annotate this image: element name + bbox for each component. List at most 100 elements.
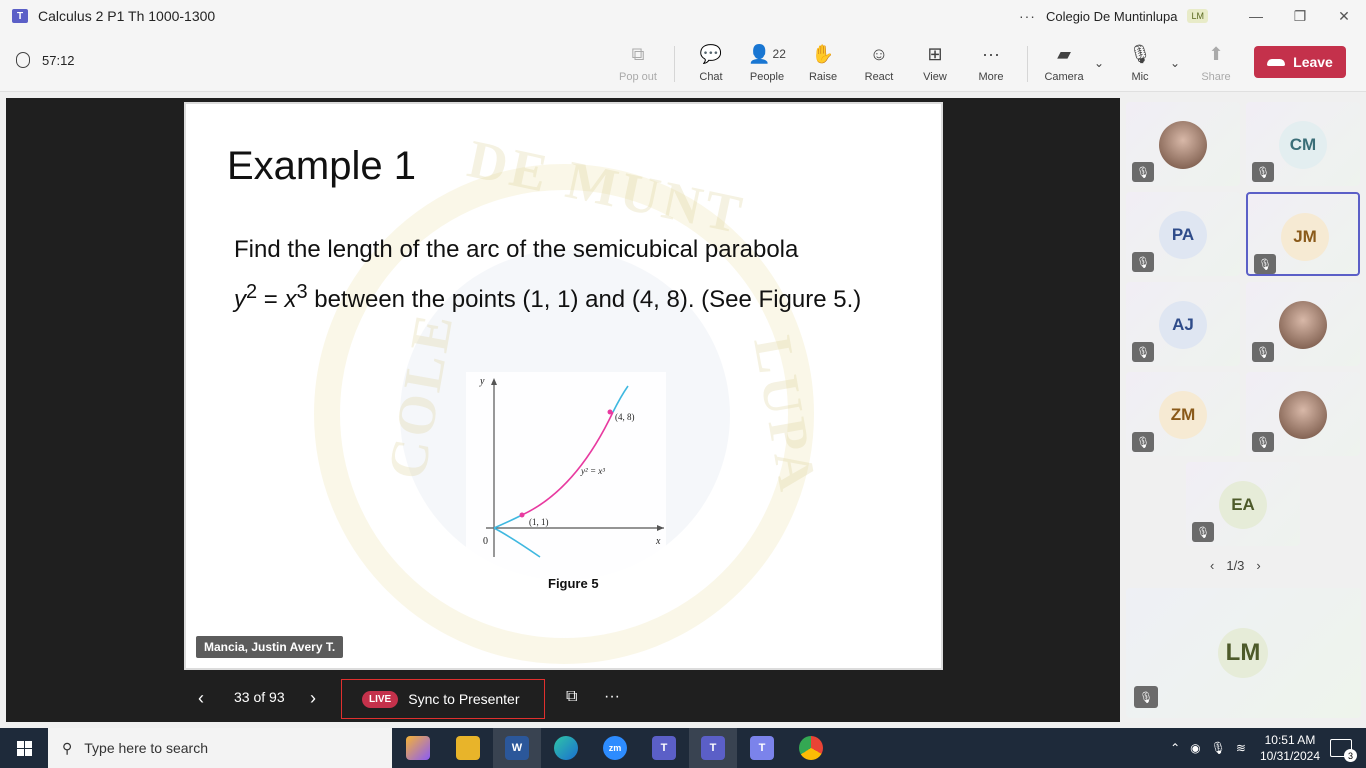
gallery-pager: ‹ 1/3 › — [1210, 558, 1261, 573]
people-button[interactable]: 👤 22 People — [739, 42, 795, 86]
minimize-button[interactable]: — — [1234, 0, 1278, 32]
share-button[interactable]: ⬆ Share — [1188, 42, 1244, 86]
window-title: Calculus 2 P1 Th 1000-1300 — [38, 8, 216, 24]
avatar — [1159, 121, 1207, 169]
clock-date: 10/31/2024 — [1259, 749, 1320, 763]
slide-view-icon[interactable]: ⧉ — [566, 688, 577, 706]
mic-off-icon: 🎙 — [1132, 252, 1154, 272]
view-button[interactable]: ⊞ View — [907, 42, 963, 86]
avatar — [1279, 301, 1327, 349]
react-button[interactable]: ☺ React — [851, 42, 907, 86]
camera-off-icon: ▰ — [1057, 43, 1071, 64]
camera-tray-icon[interactable]: ◉ — [1190, 741, 1200, 755]
timer-text: 57:12 — [42, 52, 75, 68]
word-icon[interactable]: W — [505, 736, 529, 760]
windows-taskbar: ⚲ Type here to search W zm T T T ⌃ ◉ 🎙 ≋… — [0, 728, 1366, 768]
taskbar-search[interactable]: ⚲ Type here to search — [48, 728, 392, 768]
shared-slide: DE MUNT COLE LUPA Example 1 Find the len… — [184, 102, 943, 670]
sync-to-presenter-button[interactable]: LIVE Sync to Presenter — [341, 679, 545, 719]
share-icon: ⬆ — [1208, 43, 1224, 64]
participant-tile[interactable]: PA 🎙 — [1126, 192, 1240, 276]
ellipsis-icon: ··· — [982, 43, 1000, 64]
chrome-icon[interactable] — [799, 736, 823, 760]
teams-icon[interactable]: T — [652, 736, 676, 760]
avatar: CM — [1279, 121, 1327, 169]
slide-navigation: ‹ 33 of 93 › LIVE Sync to Presenter ⧉ ··… — [6, 672, 1120, 722]
teams-logo-icon: T — [12, 9, 28, 23]
more-options-icon[interactable]: ··· — [1019, 8, 1036, 24]
edge-icon[interactable] — [554, 736, 578, 760]
more-button[interactable]: ··· More — [963, 42, 1019, 86]
leave-button[interactable]: Leave — [1254, 46, 1346, 78]
leave-label: Leave — [1293, 54, 1333, 70]
next-slide-icon[interactable]: › — [310, 688, 316, 709]
windows-logo-icon — [16, 740, 32, 756]
mic-off-icon: 🎙 — [1132, 342, 1154, 362]
mic-off-icon: 🎙 — [1134, 686, 1158, 708]
mic-button[interactable]: 🎙 Mic — [1112, 42, 1168, 86]
copilot-icon[interactable] — [406, 736, 430, 760]
raise-label: Raise — [808, 71, 838, 83]
taskbar-clock[interactable]: 10:51 AM 10/31/2024 — [1260, 732, 1320, 764]
chevron-down-icon[interactable]: ⌄ — [1094, 56, 1104, 70]
participant-tile[interactable]: AJ 🎙 — [1126, 282, 1240, 366]
search-placeholder: Type here to search — [84, 740, 209, 756]
mic-label: Mic — [1131, 71, 1149, 83]
notification-icon[interactable]: 3 — [1330, 739, 1357, 762]
participant-tile[interactable]: ZM 🎙 — [1126, 372, 1240, 456]
slide-title: Example 1 — [227, 144, 416, 188]
popout-button[interactable]: ⧉ Pop out — [610, 42, 666, 86]
axis-x-label: x — [655, 536, 661, 547]
chevron-down-icon[interactable]: ⌄ — [1170, 56, 1180, 70]
pager-next-icon[interactable]: › — [1256, 558, 1260, 573]
file-explorer-icon[interactable] — [456, 736, 480, 760]
clock-time: 10:51 AM — [1264, 733, 1316, 747]
share-label: Share — [1201, 71, 1231, 83]
mic-tray-icon[interactable]: 🎙 — [1211, 741, 1226, 755]
pager-text: 1/3 — [1226, 558, 1245, 573]
participant-tile[interactable]: CM 🎙 — [1246, 102, 1360, 186]
figure-5: y x 0 (1, 1) (4, 8) y² = x³ — [466, 372, 666, 592]
more-label: More — [978, 71, 1004, 83]
avatar — [1279, 391, 1327, 439]
title-bar: T Calculus 2 P1 Th 1000-1300 ··· Colegio… — [0, 0, 1366, 32]
zoom-icon[interactable]: zm — [603, 736, 627, 760]
mic-off-icon: 🎙 — [1252, 432, 1274, 452]
participant-tile[interactable]: JM 🎙 — [1246, 192, 1360, 276]
search-icon: ⚲ — [62, 739, 73, 756]
close-button[interactable]: ✕ — [1322, 0, 1366, 32]
mic-off-icon: 🎙 — [1132, 432, 1154, 452]
participant-tile[interactable]: 🎙 — [1126, 102, 1240, 186]
start-button[interactable] — [0, 728, 48, 768]
slide-more-icon[interactable]: ··· — [604, 688, 620, 706]
raise-hand-button[interactable]: ✋ Raise — [795, 42, 851, 86]
teams-classic-icon[interactable]: T — [750, 736, 774, 760]
participant-tile[interactable]: 🎙 — [1246, 282, 1360, 366]
chat-button[interactable]: 💬 Chat — [683, 42, 739, 86]
popout-icon: ⧉ — [631, 43, 645, 64]
restore-button[interactable]: ❐ — [1278, 0, 1322, 32]
participant-tile[interactable]: 🎙 — [1246, 372, 1360, 456]
mic-off-icon: 🎙 — [1254, 254, 1276, 274]
meeting-timer: 57:12 — [16, 52, 75, 68]
user-avatar[interactable]: LM — [1187, 9, 1208, 23]
camera-button[interactable]: ▰ Camera — [1036, 42, 1092, 86]
mic-off-icon: 🎙 — [1252, 162, 1274, 182]
smile-icon: ☺ — [869, 43, 889, 64]
org-name[interactable]: Colegio De Muntinlupa — [1046, 9, 1178, 24]
wifi-icon[interactable]: ≋ — [1236, 741, 1246, 755]
self-video-tile[interactable]: LM 🎙 — [1126, 588, 1361, 718]
prev-slide-icon[interactable]: ‹ — [198, 688, 204, 709]
chevron-up-icon[interactable]: ⌃ — [1170, 741, 1180, 755]
camera-label: Camera — [1044, 71, 1084, 83]
people-icon: 👤 22 — [748, 43, 786, 64]
people-count: 22 — [772, 47, 786, 61]
presenter-name-tag: Mancia, Justin Avery T. — [196, 636, 344, 658]
people-label: People — [749, 71, 785, 83]
pager-prev-icon[interactable]: ‹ — [1210, 558, 1214, 573]
teams-meeting-icon[interactable]: T — [701, 736, 725, 760]
view-label: View — [923, 71, 947, 83]
participant-tile[interactable]: EA 🎙 — [1186, 462, 1300, 546]
slide-body: Find the length of the arc of the semicu… — [234, 228, 861, 321]
slide-page-count: 33 of 93 — [234, 689, 285, 705]
